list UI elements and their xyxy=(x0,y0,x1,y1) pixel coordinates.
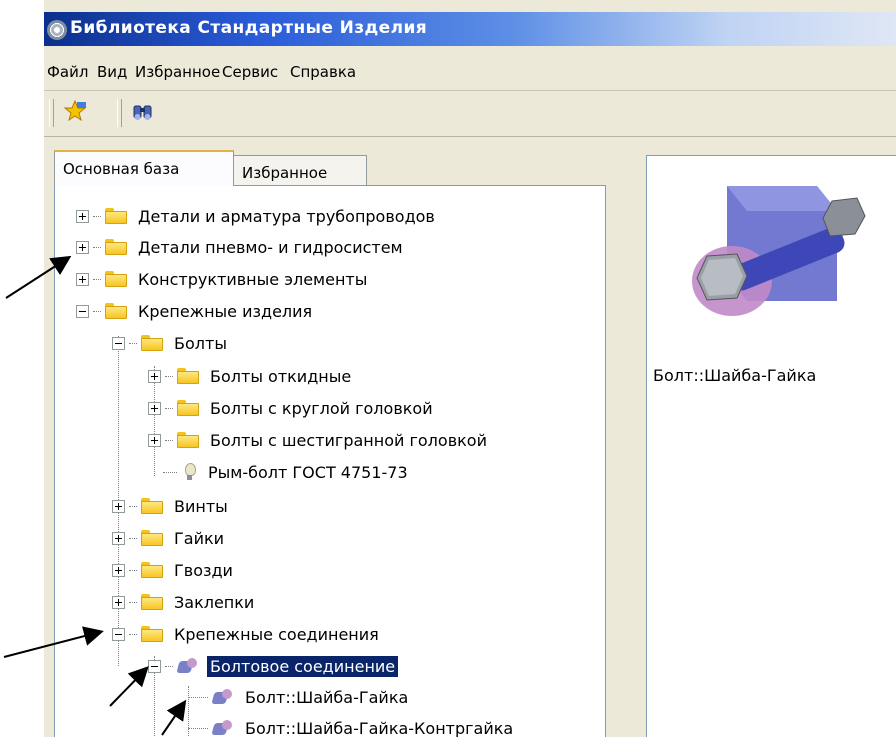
annotation-arrow xyxy=(109,666,149,707)
annotation-arrow xyxy=(161,699,187,736)
tree-item-label: Болт::Шайба-Гайка xyxy=(245,687,409,707)
menu-service[interactable]: Сервис xyxy=(222,63,278,81)
menu-help[interactable]: Справка xyxy=(290,63,356,81)
tree-item-label: Болты с круглой головкой xyxy=(210,398,433,418)
tab-bar: Основная база Избранное xyxy=(44,150,644,186)
tree-item[interactable]: Болт::Шайба-Гайка xyxy=(188,682,411,712)
preview-panel: Болт::Шайба-Гайка xyxy=(646,155,896,737)
tab-main-base[interactable]: Основная база xyxy=(54,150,234,186)
tree-item-label: Болты откидные xyxy=(210,366,352,386)
tab-main-base-label: Основная база xyxy=(63,160,180,178)
assembly-icon xyxy=(212,688,234,706)
tree-item-label: Рым-болт ГОСТ 4751-73 xyxy=(208,462,408,482)
tree-scrollbar[interactable] xyxy=(605,188,606,737)
tree-item-label-selected: Болтовое соединение xyxy=(207,655,399,677)
tree-item-label: Болт::Шайба-Гайка-Контргайка xyxy=(245,718,514,737)
tree-item[interactable]: Рым-болт ГОСТ 4751-73 xyxy=(163,457,411,487)
tab-favorites-label: Избранное xyxy=(242,164,328,182)
tree-item-label: Крепежные соединения xyxy=(174,624,379,644)
annotation-arrows xyxy=(3,255,187,736)
annotation-arrow xyxy=(3,626,104,658)
tree-item-label: Болты с шестигранной головкой xyxy=(210,430,487,450)
bolt-assembly-preview-icon xyxy=(692,186,866,316)
assembly-icon xyxy=(212,719,234,737)
tree-item[interactable]: Болт::Шайба-Гайка-Контргайка xyxy=(188,713,516,737)
preview-caption: Болт::Шайба-Гайка xyxy=(653,366,817,385)
tab-favorites[interactable]: Избранное xyxy=(233,155,367,186)
annotation-arrow xyxy=(5,255,72,299)
